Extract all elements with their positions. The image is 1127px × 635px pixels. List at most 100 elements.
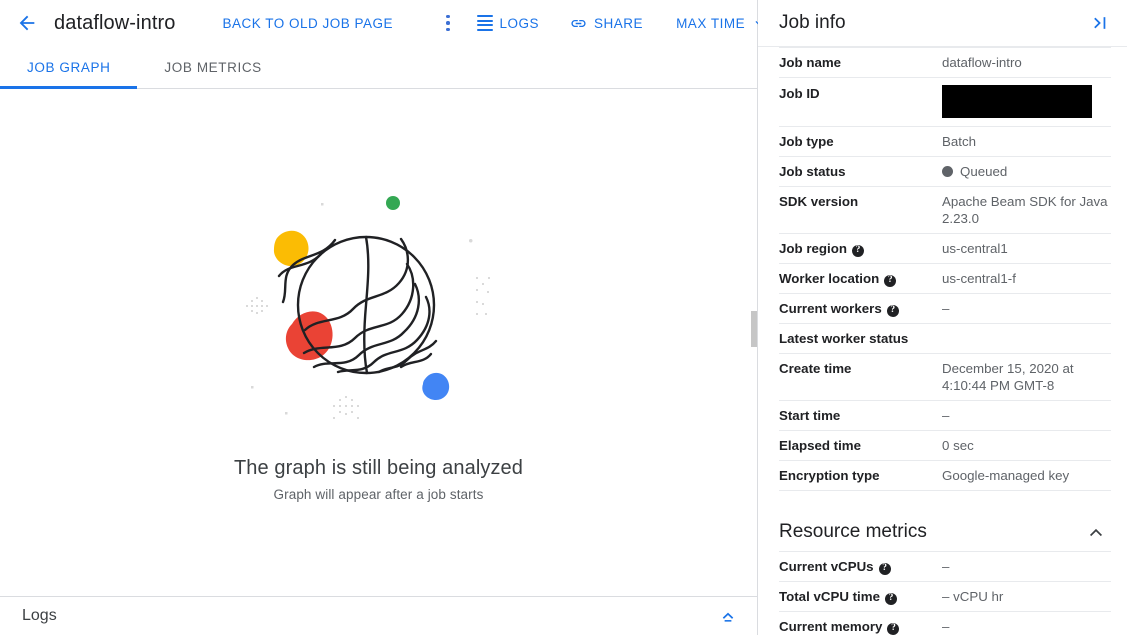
table-row: Job ID bbox=[779, 78, 1111, 127]
arrow-left-icon bbox=[16, 12, 38, 34]
share-button[interactable]: SHARE bbox=[570, 15, 643, 32]
row-key: Current memory? bbox=[779, 612, 942, 635]
logs-button[interactable]: LOGS bbox=[477, 15, 540, 31]
row-value: Apache Beam SDK for Java 2.23.0 bbox=[942, 187, 1111, 234]
row-key: Job status bbox=[779, 157, 942, 187]
table-row: Job type Batch bbox=[779, 127, 1111, 157]
row-key: Encryption type bbox=[779, 461, 942, 491]
resource-metrics-toggle-button[interactable] bbox=[1083, 519, 1109, 545]
row-key: SDK version bbox=[779, 187, 942, 234]
table-row: Start time – bbox=[779, 401, 1111, 431]
resource-metrics-table: Current vCPUs? – Total vCPU time? – vCPU… bbox=[779, 551, 1111, 635]
logs-button-label: LOGS bbox=[500, 16, 540, 31]
table-row: Worker location? us-central1-f bbox=[779, 264, 1111, 294]
help-icon[interactable]: ? bbox=[879, 563, 891, 575]
table-row: Current vCPUs? – bbox=[779, 552, 1111, 582]
more-vert-icon-dot bbox=[446, 28, 450, 32]
row-key-label: Current memory bbox=[779, 619, 882, 634]
row-key-label: Current workers bbox=[779, 301, 882, 316]
row-value: – bbox=[942, 552, 1111, 582]
logs-expand-button[interactable] bbox=[713, 601, 743, 631]
row-key: Create time bbox=[779, 354, 942, 401]
top-toolbar: dataflow-intro BACK TO OLD JOB PAGE LOGS… bbox=[0, 0, 757, 46]
planet-illustration-svg bbox=[229, 181, 529, 441]
help-icon[interactable]: ? bbox=[852, 245, 864, 257]
max-time-label: MAX TIME bbox=[676, 16, 745, 31]
row-key: Elapsed time bbox=[779, 431, 942, 461]
row-key: Start time bbox=[779, 401, 942, 431]
back-button[interactable] bbox=[14, 10, 40, 36]
row-value: Batch bbox=[942, 127, 1111, 157]
row-key: Current workers? bbox=[779, 294, 942, 324]
table-row: Current workers? – bbox=[779, 294, 1111, 324]
row-value: Queued bbox=[942, 157, 1111, 187]
more-options-button[interactable] bbox=[446, 11, 450, 35]
table-row: Latest worker status bbox=[779, 324, 1111, 354]
row-value: dataflow-intro bbox=[942, 48, 1111, 78]
table-row: Job status Queued bbox=[779, 157, 1111, 187]
help-icon[interactable]: ? bbox=[887, 305, 899, 317]
help-icon[interactable]: ? bbox=[885, 593, 897, 605]
back-to-old-job-page-button[interactable]: BACK TO OLD JOB PAGE bbox=[222, 16, 393, 31]
row-key: Total vCPU time? bbox=[779, 582, 942, 612]
dataflow-job-page: dataflow-intro BACK TO OLD JOB PAGE LOGS… bbox=[0, 0, 1127, 635]
more-vert-icon-dot bbox=[446, 15, 450, 19]
table-row: Total vCPU time? – vCPU hr bbox=[779, 582, 1111, 612]
scrollbar-thumb[interactable] bbox=[751, 311, 757, 347]
max-time-dropdown[interactable]: MAX TIME bbox=[676, 16, 766, 31]
row-value: – vCPU hr bbox=[942, 582, 1111, 612]
resource-metrics-header[interactable]: Resource metrics bbox=[779, 519, 1111, 545]
status-badge-dot bbox=[942, 166, 953, 177]
row-value: 0 sec bbox=[942, 431, 1111, 461]
more-vert-icon-dot bbox=[446, 21, 450, 25]
row-key: Job name bbox=[779, 48, 942, 78]
help-icon[interactable]: ? bbox=[884, 275, 896, 287]
job-info-header: Job info bbox=[758, 0, 1127, 47]
row-value: – bbox=[942, 612, 1111, 635]
row-key: Job type bbox=[779, 127, 942, 157]
page-title: dataflow-intro bbox=[54, 12, 175, 35]
help-icon[interactable]: ? bbox=[887, 623, 899, 635]
chevron-up-icon bbox=[1086, 522, 1106, 542]
collapse-right-icon bbox=[1090, 13, 1110, 33]
table-row: Job name dataflow-intro bbox=[779, 48, 1111, 78]
red-blob bbox=[285, 311, 332, 360]
row-key: Worker location? bbox=[779, 264, 942, 294]
table-row: Job region? us-central1 bbox=[779, 234, 1111, 264]
table-row: SDK version Apache Beam SDK for Java 2.2… bbox=[779, 187, 1111, 234]
status-badge: Queued bbox=[960, 163, 1007, 180]
row-value: us-central1-f bbox=[942, 264, 1111, 294]
job-info-table: Job name dataflow-intro Job ID Job type … bbox=[779, 47, 1111, 491]
job-graph-canvas[interactable]: The graph is still being analyzed Graph … bbox=[0, 89, 757, 596]
logs-icon bbox=[477, 15, 493, 31]
row-value: us-central1 bbox=[942, 234, 1111, 264]
job-info-title: Job info bbox=[779, 12, 846, 34]
tab-job-metrics[interactable]: JOB METRICS bbox=[137, 46, 288, 88]
empty-state-title: The graph is still being analyzed bbox=[234, 457, 523, 480]
row-value: – bbox=[942, 401, 1111, 431]
row-key-label: Current vCPUs bbox=[779, 559, 874, 574]
link-icon bbox=[570, 15, 587, 32]
table-row: Create time December 15, 2020 at 4:10:44… bbox=[779, 354, 1111, 401]
share-button-label: SHARE bbox=[594, 16, 643, 31]
graph-empty-state: The graph is still being analyzed Graph … bbox=[0, 181, 757, 502]
yellow-blob bbox=[273, 231, 308, 266]
row-key-label: Total vCPU time bbox=[779, 589, 880, 604]
logs-drawer-title: Logs bbox=[22, 607, 57, 625]
row-key: Job region? bbox=[779, 234, 942, 264]
job-id-redaction bbox=[942, 85, 1092, 118]
row-value: – bbox=[942, 294, 1111, 324]
row-key: Job ID bbox=[779, 78, 942, 127]
collapse-panel-button[interactable] bbox=[1087, 10, 1113, 36]
table-row: Encryption type Google-managed key bbox=[779, 461, 1111, 491]
left-pane-scrollbar[interactable] bbox=[751, 89, 757, 635]
row-value: December 15, 2020 at 4:10:44 PM GMT-8 bbox=[942, 354, 1111, 401]
row-key-label: Job region bbox=[779, 241, 847, 256]
blue-blob bbox=[422, 373, 449, 400]
job-info-body: Job name dataflow-intro Job ID Job type … bbox=[758, 47, 1127, 635]
tab-job-graph[interactable]: JOB GRAPH bbox=[0, 46, 137, 88]
expand-panel-icon bbox=[719, 607, 737, 625]
row-value bbox=[942, 324, 1111, 354]
row-value bbox=[942, 78, 1111, 127]
resource-metrics-title: Resource metrics bbox=[779, 521, 927, 543]
